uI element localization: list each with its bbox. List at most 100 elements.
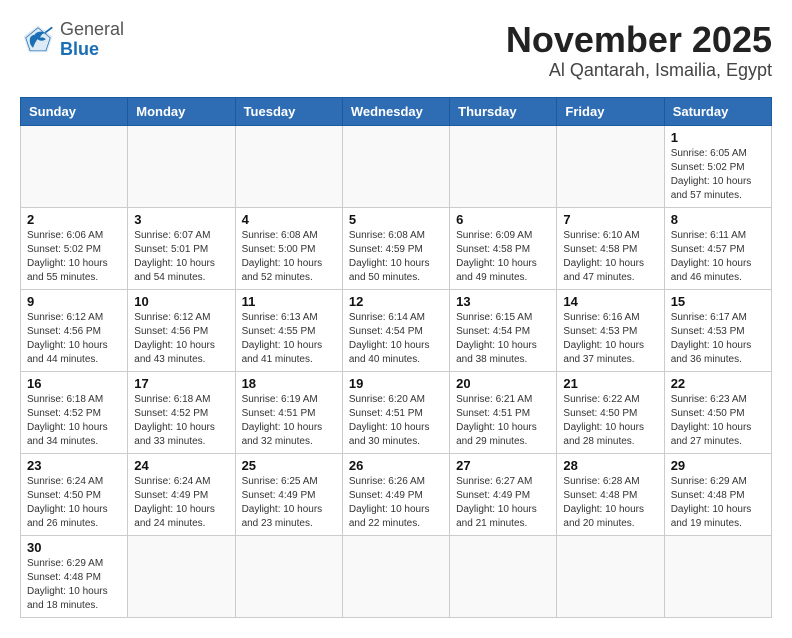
calendar-cell — [235, 125, 342, 207]
day-number: 4 — [242, 212, 336, 227]
calendar-cell: 13 Sunrise: 6:15 AM Sunset: 4:54 PM Dayli… — [450, 289, 557, 371]
calendar-cell: 30 Sunrise: 6:29 AM Sunset: 4:48 PM Dayli… — [21, 535, 128, 617]
day-number: 7 — [563, 212, 657, 227]
day-number: 19 — [349, 376, 443, 391]
day-number: 1 — [671, 130, 765, 145]
day-info: Sunrise: 6:26 AM Sunset: 4:49 PM Dayligh… — [349, 475, 443, 531]
day-number: 8 — [671, 212, 765, 227]
calendar-cell: 16 Sunrise: 6:18 AM Sunset: 4:52 PM Dayli… — [21, 371, 128, 453]
page-header: General Blue November 2025 Al Qantarah, … — [20, 20, 772, 81]
calendar-cell: 3 Sunrise: 6:07 AM Sunset: 5:01 PM Daylig… — [128, 207, 235, 289]
calendar-cell — [342, 125, 449, 207]
calendar-cell: 14 Sunrise: 6:16 AM Sunset: 4:53 PM Dayli… — [557, 289, 664, 371]
day-number: 23 — [27, 458, 121, 473]
day-number: 27 — [456, 458, 550, 473]
day-number: 24 — [134, 458, 228, 473]
day-info: Sunrise: 6:21 AM Sunset: 4:51 PM Dayligh… — [456, 393, 550, 449]
calendar-cell — [450, 535, 557, 617]
day-number: 14 — [563, 294, 657, 309]
day-info: Sunrise: 6:08 AM Sunset: 5:00 PM Dayligh… — [242, 229, 336, 285]
day-number: 5 — [349, 212, 443, 227]
day-number: 6 — [456, 212, 550, 227]
calendar-cell — [557, 535, 664, 617]
day-info: Sunrise: 6:27 AM Sunset: 4:49 PM Dayligh… — [456, 475, 550, 531]
day-info: Sunrise: 6:22 AM Sunset: 4:50 PM Dayligh… — [563, 393, 657, 449]
day-number: 26 — [349, 458, 443, 473]
day-info: Sunrise: 6:12 AM Sunset: 4:56 PM Dayligh… — [27, 311, 121, 367]
day-number: 20 — [456, 376, 550, 391]
calendar-cell: 5 Sunrise: 6:08 AM Sunset: 4:59 PM Daylig… — [342, 207, 449, 289]
calendar-cell: 15Sunrise: 6:17 AM Sunset: 4:53 PM Dayli… — [664, 289, 771, 371]
day-number: 18 — [242, 376, 336, 391]
calendar-cell: 21 Sunrise: 6:22 AM Sunset: 4:50 PM Dayli… — [557, 371, 664, 453]
calendar-cell: 28Sunrise: 6:28 AM Sunset: 4:48 PM Dayli… — [557, 453, 664, 535]
calendar-cell: 12 Sunrise: 6:14 AM Sunset: 4:54 PM Dayli… — [342, 289, 449, 371]
calendar-cell: 19 Sunrise: 6:20 AM Sunset: 4:51 PM Dayli… — [342, 371, 449, 453]
day-info: Sunrise: 6:12 AM Sunset: 4:56 PM Dayligh… — [134, 311, 228, 367]
day-info: Sunrise: 6:18 AM Sunset: 4:52 PM Dayligh… — [27, 393, 121, 449]
day-number: 30 — [27, 540, 121, 555]
calendar-cell: 6 Sunrise: 6:09 AM Sunset: 4:58 PM Daylig… — [450, 207, 557, 289]
day-number: 29 — [671, 458, 765, 473]
day-info: Sunrise: 6:07 AM Sunset: 5:01 PM Dayligh… — [134, 229, 228, 285]
calendar-cell — [557, 125, 664, 207]
calendar-table: SundayMondayTuesdayWednesdayThursdayFrid… — [20, 97, 772, 618]
calendar-cell: 17Sunrise: 6:18 AM Sunset: 4:52 PM Dayli… — [128, 371, 235, 453]
calendar-cell — [128, 535, 235, 617]
calendar-cell: 7 Sunrise: 6:10 AM Sunset: 4:58 PM Daylig… — [557, 207, 664, 289]
day-info: Sunrise: 6:18 AM Sunset: 4:52 PM Dayligh… — [134, 393, 228, 449]
calendar-cell — [128, 125, 235, 207]
day-info: Sunrise: 6:29 AM Sunset: 4:48 PM Dayligh… — [671, 475, 765, 531]
day-number: 16 — [27, 376, 121, 391]
day-number: 9 — [27, 294, 121, 309]
day-info: Sunrise: 6:28 AM Sunset: 4:48 PM Dayligh… — [563, 475, 657, 531]
day-number: 10 — [134, 294, 228, 309]
calendar-cell: 26 Sunrise: 6:26 AM Sunset: 4:49 PM Dayli… — [342, 453, 449, 535]
day-info: Sunrise: 6:11 AM Sunset: 4:57 PM Dayligh… — [671, 229, 765, 285]
weekday-header-saturday: Saturday — [664, 97, 771, 125]
day-info: Sunrise: 6:13 AM Sunset: 4:55 PM Dayligh… — [242, 311, 336, 367]
day-info: Sunrise: 6:05 AM Sunset: 5:02 PM Dayligh… — [671, 147, 765, 203]
day-info: Sunrise: 6:10 AM Sunset: 4:58 PM Dayligh… — [563, 229, 657, 285]
day-info: Sunrise: 6:24 AM Sunset: 4:49 PM Dayligh… — [134, 475, 228, 531]
day-number: 11 — [242, 294, 336, 309]
day-info: Sunrise: 6:19 AM Sunset: 4:51 PM Dayligh… — [242, 393, 336, 449]
calendar-cell: 29 Sunrise: 6:29 AM Sunset: 4:48 PM Dayli… — [664, 453, 771, 535]
day-info: Sunrise: 6:29 AM Sunset: 4:48 PM Dayligh… — [27, 557, 121, 613]
day-number: 22 — [671, 376, 765, 391]
day-number: 15 — [671, 294, 765, 309]
weekday-header-monday: Monday — [128, 97, 235, 125]
calendar-cell: 22 Sunrise: 6:23 AM Sunset: 4:50 PM Dayli… — [664, 371, 771, 453]
day-info: Sunrise: 6:06 AM Sunset: 5:02 PM Dayligh… — [27, 229, 121, 285]
day-info: Sunrise: 6:23 AM Sunset: 4:50 PM Dayligh… — [671, 393, 765, 449]
calendar-cell — [235, 535, 342, 617]
calendar-cell: 23 Sunrise: 6:24 AM Sunset: 4:50 PM Dayli… — [21, 453, 128, 535]
day-number: 12 — [349, 294, 443, 309]
day-info: Sunrise: 6:15 AM Sunset: 4:54 PM Dayligh… — [456, 311, 550, 367]
calendar-cell: 11 Sunrise: 6:13 AM Sunset: 4:55 PM Dayli… — [235, 289, 342, 371]
location-title: Al Qantarah, Ismailia, Egypt — [506, 60, 772, 81]
day-info: Sunrise: 6:24 AM Sunset: 4:50 PM Dayligh… — [27, 475, 121, 531]
calendar-cell: 20 Sunrise: 6:21 AM Sunset: 4:51 PM Dayli… — [450, 371, 557, 453]
calendar-cell: 2Sunrise: 6:06 AM Sunset: 5:02 PM Daylig… — [21, 207, 128, 289]
calendar-cell: 1 Sunrise: 6:05 AM Sunset: 5:02 PM Daylig… — [664, 125, 771, 207]
day-info: Sunrise: 6:14 AM Sunset: 4:54 PM Dayligh… — [349, 311, 443, 367]
day-number: 13 — [456, 294, 550, 309]
calendar-cell: 4 Sunrise: 6:08 AM Sunset: 5:00 PM Daylig… — [235, 207, 342, 289]
calendar-cell: 25Sunrise: 6:25 AM Sunset: 4:49 PM Dayli… — [235, 453, 342, 535]
logo-icon — [20, 22, 56, 58]
day-number: 3 — [134, 212, 228, 227]
logo-text: General Blue — [60, 20, 124, 60]
weekday-header-thursday: Thursday — [450, 97, 557, 125]
day-info: Sunrise: 6:16 AM Sunset: 4:53 PM Dayligh… — [563, 311, 657, 367]
calendar-cell: 8 Sunrise: 6:11 AM Sunset: 4:57 PM Daylig… — [664, 207, 771, 289]
day-info: Sunrise: 6:20 AM Sunset: 4:51 PM Dayligh… — [349, 393, 443, 449]
calendar-cell: 18 Sunrise: 6:19 AM Sunset: 4:51 PM Dayli… — [235, 371, 342, 453]
month-title: November 2025 — [506, 20, 772, 60]
day-number: 21 — [563, 376, 657, 391]
calendar-cell — [664, 535, 771, 617]
title-area: November 2025 Al Qantarah, Ismailia, Egy… — [506, 20, 772, 81]
weekday-header-wednesday: Wednesday — [342, 97, 449, 125]
day-info: Sunrise: 6:09 AM Sunset: 4:58 PM Dayligh… — [456, 229, 550, 285]
day-info: Sunrise: 6:08 AM Sunset: 4:59 PM Dayligh… — [349, 229, 443, 285]
